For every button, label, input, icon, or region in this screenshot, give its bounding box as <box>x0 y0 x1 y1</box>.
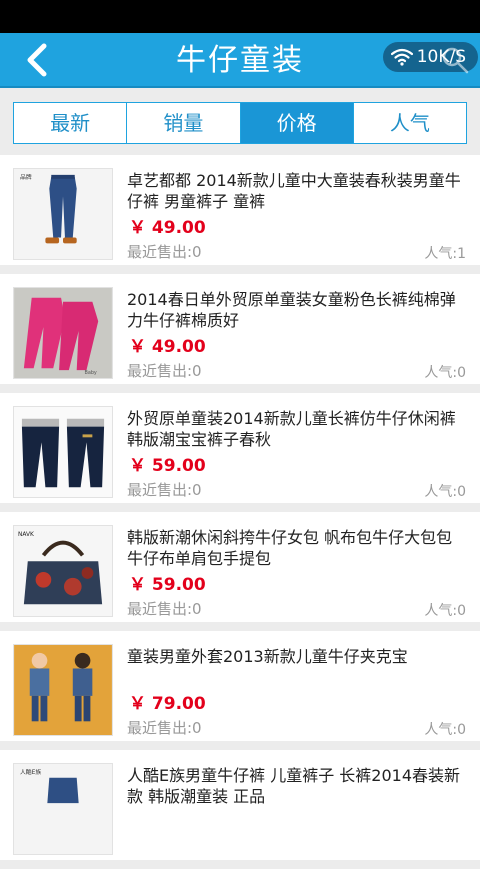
product-image: Baby <box>13 287 113 379</box>
product-image: 人酷E族 <box>13 763 113 855</box>
product-item[interactable]: 童装男童外套2013新款儿童牛仔夹克宝 ￥ 79.00 最近售出:0 人气:0 <box>0 631 480 741</box>
svg-text:品牌: 品牌 <box>20 173 32 181</box>
product-image <box>13 644 113 736</box>
product-price: ￥ 59.00 <box>129 456 206 476</box>
tab-newest[interactable]: 最新 <box>14 103 128 143</box>
svg-text:人酷E族: 人酷E族 <box>20 768 41 776</box>
product-recent-sales: 最近售出:0 <box>127 481 202 499</box>
status-bar <box>0 0 480 33</box>
product-popularity: 人气:0 <box>424 484 466 500</box>
search-icon <box>442 47 469 74</box>
tab-sales[interactable]: 销量 <box>127 103 241 143</box>
product-popularity: 人气:0 <box>424 603 466 619</box>
product-title: 2014春日单外贸原单童装女童粉色长裤纯棉弹力牛仔裤棉质好 <box>127 290 456 330</box>
tab-price[interactable]: 价格 <box>240 103 354 143</box>
product-popularity: 人气:0 <box>424 365 466 381</box>
svg-text:Baby: Baby <box>85 370 97 376</box>
sort-tabs: 最新 销量 价格 人气 <box>13 102 467 144</box>
product-title: 韩版新潮休闲斜挎牛仔女包 帆布包牛仔大包包 牛仔布单肩包手提包 <box>127 528 453 568</box>
product-recent-sales: 最近售出:0 <box>127 243 202 261</box>
product-image: 品牌 <box>13 168 113 260</box>
product-recent-sales: 最近售出:0 <box>127 719 202 737</box>
product-item[interactable]: Baby 2014春日单外贸原单童装女童粉色长裤纯棉弹力牛仔裤棉质好 ￥ 49.… <box>0 274 480 384</box>
product-price: ￥ 59.00 <box>129 575 206 595</box>
product-list: 品牌 卓艺都都 2014新款儿童中大童装春秋装男童牛仔裤 男童裤子 童裤 ￥ 4… <box>0 155 480 869</box>
product-title: 童装男童外套2013新款儿童牛仔夹克宝 <box>127 647 408 666</box>
wifi-icon <box>390 48 413 66</box>
product-image <box>13 406 113 498</box>
product-popularity: 人气:0 <box>424 722 466 738</box>
product-image: NAVK <box>13 525 113 617</box>
product-title: 外贸原单童装2014新款儿童长裤仿牛仔休闲裤韩版潮宝宝裤子春秋 <box>127 409 456 449</box>
search-button[interactable] <box>440 45 470 75</box>
product-price: ￥ 49.00 <box>129 218 206 238</box>
svg-text:NAVK: NAVK <box>18 532 34 538</box>
product-item[interactable]: 人酷E族 人酷E族男童牛仔裤 儿童裤子 长裤2014春装新款 韩版潮童装 正品 <box>0 750 480 860</box>
product-recent-sales: 最近售出:0 <box>127 600 202 618</box>
product-item[interactable]: 外贸原单童装2014新款儿童长裤仿牛仔休闲裤韩版潮宝宝裤子春秋 ￥ 59.00 … <box>0 393 480 503</box>
product-price: ￥ 79.00 <box>129 694 206 714</box>
product-title: 卓艺都都 2014新款儿童中大童装春秋装男童牛仔裤 男童裤子 童裤 <box>127 171 461 211</box>
product-recent-sales: 最近售出:0 <box>127 362 202 380</box>
app-header: 牛仔童装 10K/S <box>0 33 480 88</box>
product-item[interactable]: NAVK 韩版新潮休闲斜挎牛仔女包 帆布包牛仔大包包 牛仔布单肩包手提包 ￥ 5… <box>0 512 480 622</box>
product-price: ￥ 49.00 <box>129 337 206 357</box>
product-item[interactable]: 品牌 卓艺都都 2014新款儿童中大童装春秋装男童牛仔裤 男童裤子 童裤 ￥ 4… <box>0 155 480 265</box>
product-title: 人酷E族男童牛仔裤 儿童裤子 长裤2014春装新款 韩版潮童装 正品 <box>127 766 461 806</box>
tab-popularity[interactable]: 人气 <box>354 103 466 143</box>
product-popularity: 人气:1 <box>424 246 466 262</box>
